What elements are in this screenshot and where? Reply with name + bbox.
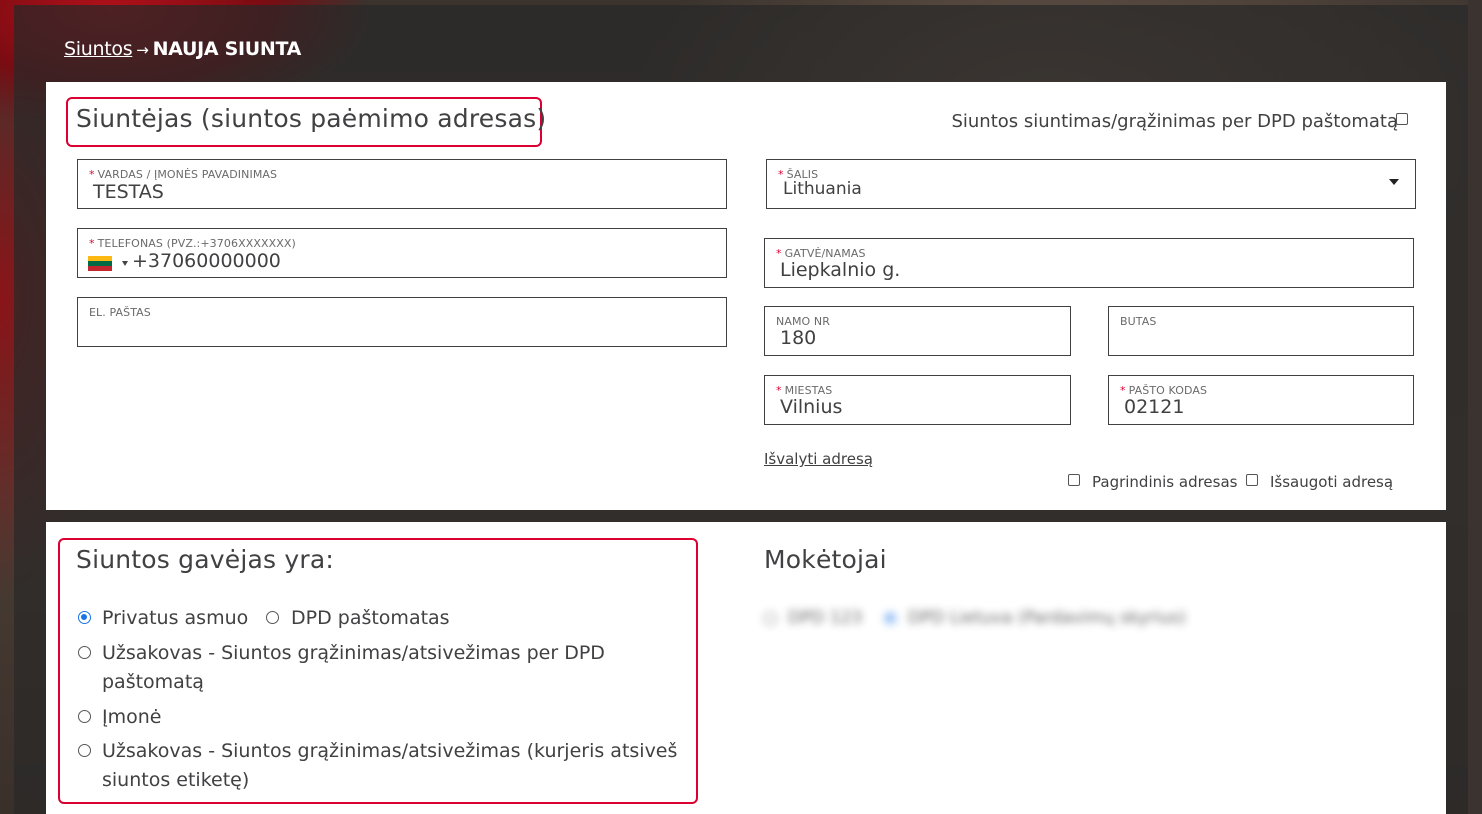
phone-input[interactable]: +37060000000: [132, 250, 683, 272]
postcode-field[interactable]: * PAŠTO KODAS 02121: [1108, 375, 1414, 425]
street-input[interactable]: Liepkalnio g.: [780, 259, 1331, 281]
email-field[interactable]: EL. PAŠTAS: [77, 297, 727, 347]
parcel-locker-checkbox[interactable]: [1396, 113, 1408, 125]
name-input[interactable]: TESTAS: [93, 181, 644, 203]
default-address-label: Pagrindinis adresas: [1092, 473, 1238, 491]
radio-parcel-locker[interactable]: [266, 611, 279, 624]
parcel-locker-toggle-label: Siuntos siuntimas/grąžinimas per DPD paš…: [951, 111, 1398, 132]
city-input[interactable]: Vilnius: [780, 396, 1039, 418]
breadcrumb-current: NAUJA SIUNTA: [152, 38, 302, 60]
radio-label-parcel-locker: DPD paštomatas: [291, 607, 450, 629]
default-address-checkbox[interactable]: [1068, 474, 1080, 486]
country-code-caret-icon[interactable]: [122, 261, 128, 266]
required-mark: *: [89, 168, 95, 181]
name-field[interactable]: * VARDAS / ĮMONĖS PAVADINIMAS TESTAS: [77, 159, 727, 209]
name-label-text: VARDAS / ĮMONĖS PAVADINIMAS: [97, 168, 278, 181]
sender-card: Siuntėjas (siuntos paėmimo adresas) Siun…: [46, 82, 1446, 510]
radio-label-private-person: Privatus asmuo: [102, 607, 249, 629]
radio-payer-dpd-lietuva[interactable]: [884, 612, 897, 625]
recipient-title: Siuntos gavėjas yra:: [76, 545, 334, 574]
clear-address-link[interactable]: Išvalyti adresą: [764, 450, 873, 468]
email-field-label: EL. PAŠTAS: [89, 306, 151, 319]
radio-label-customer-return-locker-line2: paštomatą: [102, 671, 204, 693]
sender-title: Siuntėjas (siuntos paėmimo adresas): [76, 104, 547, 133]
save-address-checkbox[interactable]: [1246, 474, 1258, 486]
country-value: Lithuania: [783, 179, 862, 199]
radio-payer-dpd-123[interactable]: [764, 612, 777, 625]
breadcrumb-link-siuntos[interactable]: Siuntos: [64, 38, 133, 60]
radio-label-payer-dpd-123: DPD 123: [788, 608, 863, 628]
country-select[interactable]: * ŠALIS Lithuania: [766, 159, 1416, 209]
recipient-card: Siuntos gavėjas yra: Privatus asmuo DPD …: [46, 522, 1446, 814]
email-label-text: EL. PAŠTAS: [89, 306, 151, 319]
breadcrumb: Siuntos → NAUJA SIUNTA: [64, 38, 301, 60]
radio-label-company: Įmonė: [102, 706, 162, 728]
street-field[interactable]: * GATVĖ/NAMAS Liepkalnio g.: [764, 238, 1414, 288]
radio-label-customer-return-courier: Užsakovas - Siuntos grąžinimas/atsivežim…: [102, 740, 678, 762]
save-address-label: Išsaugoti adresą: [1270, 473, 1394, 491]
radio-label-payer-dpd-lietuva: DPD Lietuva (Pardavimų skyrius): [908, 608, 1186, 628]
name-field-label: * VARDAS / ĮMONĖS PAVADINIMAS: [89, 168, 277, 181]
radio-customer-return-courier[interactable]: [78, 744, 91, 757]
radio-customer-return-locker[interactable]: [78, 646, 91, 659]
parcel-locker-toggle: Siuntos siuntimas/grąžinimas per DPD paš…: [951, 111, 1398, 132]
breadcrumb-arrow-icon: →: [136, 41, 149, 59]
radio-label-customer-return-locker: Užsakovas - Siuntos grąžinimas/atsivežim…: [102, 642, 605, 664]
radio-company[interactable]: [78, 710, 91, 723]
lithuania-flag-icon[interactable]: [88, 256, 112, 271]
phone-label-text: TELEFONAS (PVZ.:+3706XXXXXXX): [97, 237, 296, 250]
apartment-field[interactable]: BUTAS: [1108, 306, 1414, 356]
phone-field[interactable]: * TELEFONAS (PVZ.:+3706XXXXXXX) +37060000…: [77, 228, 727, 278]
scrollbar-track[interactable]: [1468, 0, 1482, 814]
house-number-input[interactable]: 180: [780, 327, 1039, 349]
chevron-down-icon[interactable]: [1389, 179, 1399, 185]
required-mark: *: [89, 237, 95, 250]
radio-label-customer-return-courier-line2: siuntos etiketę): [102, 769, 250, 791]
phone-field-label: * TELEFONAS (PVZ.:+3706XXXXXXX): [89, 237, 296, 250]
payers-title: Mokėtojai: [764, 545, 887, 574]
house-number-field[interactable]: NAMO NR 180: [764, 306, 1071, 356]
radio-private-person[interactable]: [78, 611, 91, 624]
apartment-field-label: BUTAS: [1120, 315, 1156, 328]
city-field[interactable]: * MIESTAS Vilnius: [764, 375, 1071, 425]
apartment-label-text: BUTAS: [1120, 315, 1157, 328]
postcode-input[interactable]: 02121: [1124, 396, 1382, 418]
